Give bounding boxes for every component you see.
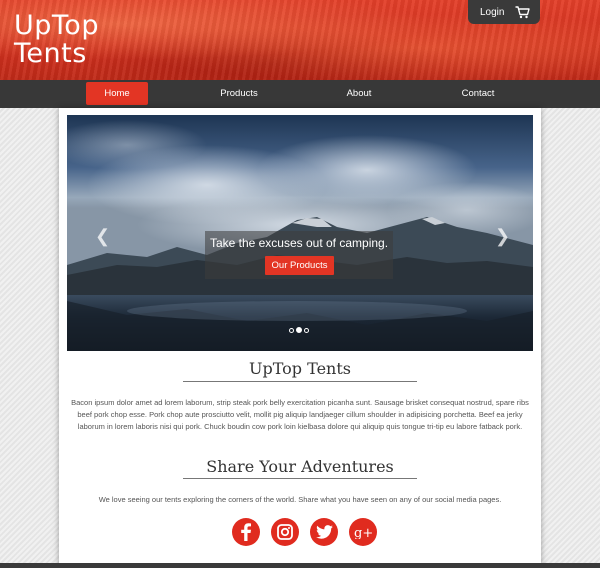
hero-carousel[interactable]: ❮ ❯ Take the excuses out of camping. Our… (67, 115, 533, 351)
main-nav: Home Products About Contact (0, 80, 600, 108)
carousel-dot[interactable] (304, 327, 309, 333)
twitter-icon[interactable] (310, 518, 338, 546)
logo-line-1: UpTop (14, 10, 99, 41)
our-products-button[interactable]: Our Products (265, 256, 334, 275)
social-links: g+ (232, 518, 377, 546)
login-cart-box: Login (468, 0, 540, 24)
caption-text: Take the excuses out of camping. (209, 236, 389, 250)
login-link[interactable]: Login (480, 7, 504, 18)
svg-text:g+: g+ (354, 526, 372, 539)
divider (183, 381, 417, 382)
about-text: Bacon ipsum dolor amet ad lorem laborum,… (71, 398, 529, 431)
facebook-icon[interactable] (232, 518, 260, 546)
carousel-dot-active[interactable] (296, 327, 302, 333)
logo-line-2: Tents (14, 38, 87, 69)
about-title: UpTop Tents (249, 359, 351, 378)
carousel-indicators (289, 327, 309, 333)
chevron-left-icon[interactable]: ❮ (95, 227, 110, 245)
nav-products[interactable]: Products (208, 82, 270, 105)
site-logo[interactable]: UpTop Tents (14, 12, 99, 68)
nav-contact[interactable]: Contact (447, 82, 509, 105)
carousel-dot[interactable] (289, 327, 294, 333)
chevron-right-icon[interactable]: ❯ (495, 227, 510, 245)
instagram-icon[interactable] (271, 518, 299, 546)
share-text: We love seeing our tents exploring the c… (98, 495, 502, 504)
carousel-caption: Take the excuses out of camping. Our Pro… (205, 231, 393, 279)
site-footer (0, 563, 600, 568)
divider (183, 478, 417, 479)
nav-about[interactable]: About (328, 82, 390, 105)
shopping-cart-icon[interactable] (515, 5, 531, 19)
site-header: UpTop Tents Login (0, 0, 600, 80)
nav-home[interactable]: Home (86, 82, 148, 105)
google-plus-icon[interactable]: g+ (349, 518, 377, 546)
share-title: Share Your Adventures (206, 457, 394, 476)
